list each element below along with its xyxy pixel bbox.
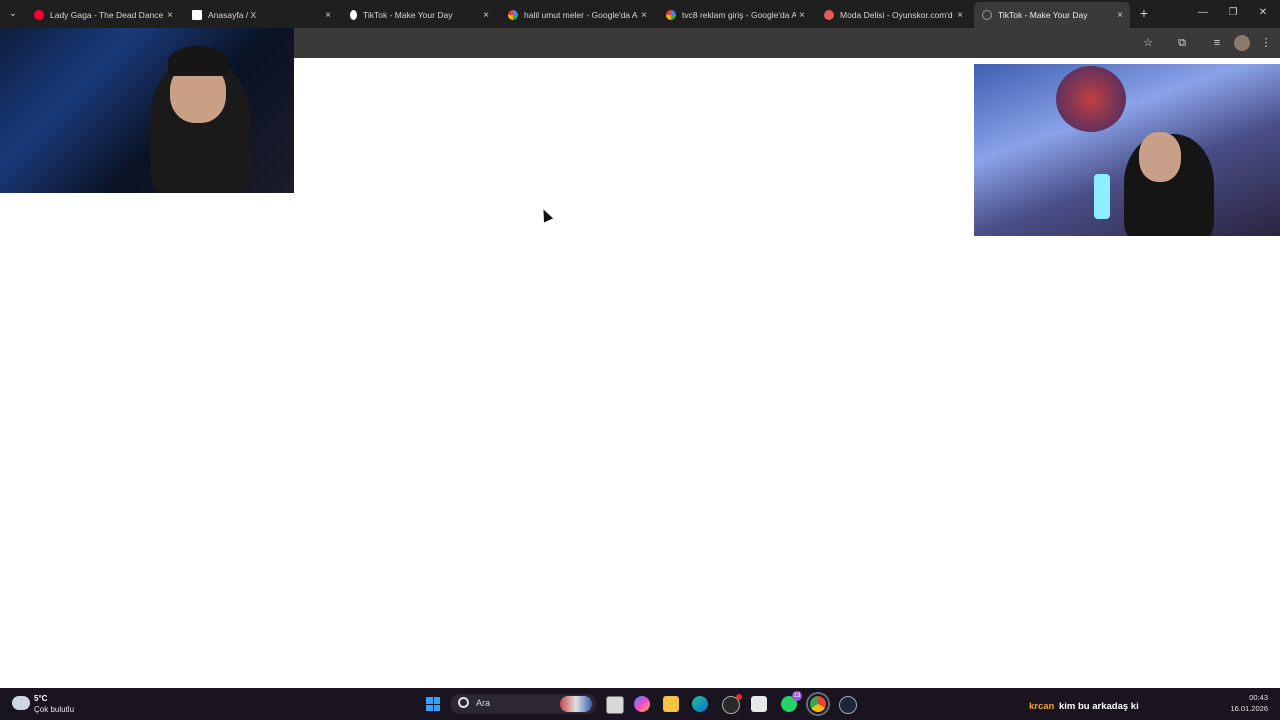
notification-dot [736,694,742,700]
youtube-icon [34,10,44,20]
whatsapp-icon[interactable]: 13 [781,691,802,712]
tab-title: Moda Delisi - Oyunskor.com'd [840,10,953,20]
chat-message: kim bu arkadaş ki [1059,701,1139,712]
search-icon [458,697,469,708]
browser-tab-bar: ⌄ Lady Gaga - The Dead Dance ( × Anasayf… [0,0,1280,28]
tab-close-icon[interactable]: × [1114,10,1126,21]
tab-tvc8-reklam[interactable]: tvc8 reklam giriş - Google'da A × [660,4,812,26]
loading-spinner-icon [982,10,992,20]
cloud-icon[interactable] [12,696,30,710]
windows-start-icon[interactable] [426,697,440,711]
whatsapp-unread-badge: 13 [792,691,802,701]
extensions-icon[interactable]: ⧉ [1174,35,1190,51]
tab-halil-umut-meler[interactable]: halil umut meler - Google'da A × [502,4,654,26]
mouse-cursor-icon [538,207,554,223]
copilot-icon[interactable] [634,696,650,712]
wall-tapestry [1056,66,1126,132]
webcam-overlay-left [0,28,294,193]
chat-username: krcan [1029,701,1055,712]
tab-title: Lady Gaga - The Dead Dance ( [50,10,164,20]
tab-search-dropdown-icon[interactable]: ⌄ [4,5,22,23]
close-window-icon[interactable]: ✕ [1248,4,1278,22]
webcam-overlay-right [974,64,1280,236]
search-label: Ara [476,698,491,708]
streamer-face [1139,132,1181,182]
bookmark-star-icon[interactable]: ☆ [1140,35,1156,51]
tiktok-icon [350,10,357,20]
google-icon [508,10,518,20]
task-view-icon[interactable] [606,696,624,714]
settings-gear-icon[interactable] [722,694,742,714]
tab-lady-gaga[interactable]: Lady Gaga - The Dead Dance ( × [28,4,180,26]
google-icon [666,10,676,20]
microsoft-store-icon[interactable] [751,696,767,712]
weather-description: Çok bulutlu [34,705,75,714]
file-explorer-icon[interactable] [663,696,679,712]
taskbar-search-box[interactable]: Ara [450,694,596,714]
tab-close-icon[interactable]: × [164,10,176,21]
tab-close-icon[interactable]: × [638,10,650,21]
restore-icon[interactable]: ❐ [1218,4,1248,22]
tab-title: TikTok - Make Your Day [998,10,1088,20]
search-highlight-art [560,696,592,712]
media-controls-icon[interactable]: ≡ [1209,35,1225,51]
tab-title: halil umut meler - Google'da A [524,10,638,20]
tab-anasayfa-x[interactable]: Anasayfa / X × [186,4,338,26]
tab-close-icon[interactable]: × [322,10,334,21]
clock-date[interactable]: 16.01.2026 [1222,704,1268,713]
browser-menu-icon[interactable]: ⋮ [1258,35,1274,51]
tab-tiktok-active[interactable]: TikTok - Make Your Day × [974,2,1130,28]
minimize-icon[interactable]: — [1188,4,1218,22]
weather-temperature: 5°C [34,694,48,703]
lamp [1094,174,1110,219]
steam-icon[interactable] [839,696,857,714]
tab-tiktok[interactable]: TikTok - Make Your Day × [344,4,496,26]
tab-close-icon[interactable]: × [796,10,808,21]
oyunskor-icon [824,10,834,20]
tab-close-icon[interactable]: × [954,10,966,21]
x-icon [192,10,202,20]
tab-moda-delisi[interactable]: Moda Delisi - Oyunskor.com'd × [818,4,970,26]
clock-time[interactable]: 00:43 [1238,693,1268,702]
edge-icon[interactable] [692,696,708,712]
streamer-hair [168,46,228,76]
new-tab-icon[interactable]: + [1136,5,1152,21]
tab-title: tvc8 reklam giriş - Google'da A [682,10,796,20]
chrome-icon[interactable] [806,692,830,716]
tab-title: Anasayfa / X [208,10,257,20]
tab-close-icon[interactable]: × [480,10,492,21]
profile-avatar[interactable] [1234,35,1250,51]
tab-title: TikTok - Make Your Day [363,10,453,20]
